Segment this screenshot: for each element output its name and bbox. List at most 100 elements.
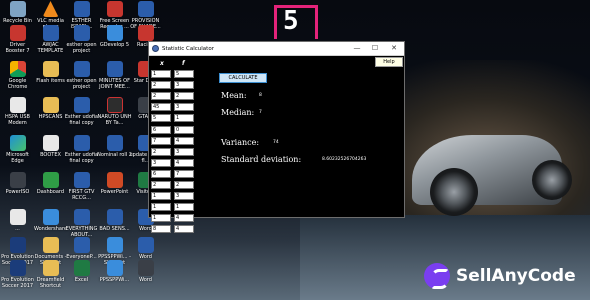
green-icon — [42, 172, 59, 188]
window-titlebar[interactable]: Statistic Calculator — ☐ ✕ — [149, 42, 404, 56]
desktop-icon[interactable]: Driver Booster 7 — [0, 25, 35, 61]
recycle-icon — [9, 1, 26, 17]
red-icon — [137, 25, 154, 41]
word-icon — [137, 237, 154, 253]
x-value-input[interactable]: 1 — [151, 192, 171, 201]
calculate-button[interactable]: CALCULATE — [219, 73, 267, 83]
desktop-icon-label: esther open project work... — [66, 78, 97, 90]
x-value-input[interactable]: 1 — [151, 214, 171, 223]
desktop-icon-label: BOOTEX — [40, 152, 61, 158]
desktop-icon-label: MINUTES OF JOINT MEE... — [99, 78, 130, 90]
close-button[interactable]: ✕ — [385, 42, 403, 55]
column-header-x: x — [160, 60, 164, 67]
desktop-icon-label: AWJAC TEMPLATE — [37, 42, 64, 54]
desktop-icon[interactable]: PowerPoint — [97, 172, 132, 208]
desktop-icon[interactable]: HSPA USB Modem — [0, 97, 35, 133]
white-icon — [42, 135, 59, 151]
f-value-input[interactable]: 1 — [174, 203, 194, 212]
desktop-icon[interactable]: Word — [128, 260, 163, 296]
desktop-icon[interactable]: Microsoft Edge — [0, 135, 35, 171]
x-value-input[interactable]: 1 — [151, 70, 171, 78]
desktop-icon-label: Driver Booster 7 — [5, 42, 30, 54]
help-button[interactable]: Help — [375, 57, 403, 67]
f-value-input[interactable]: 1 — [174, 114, 194, 123]
x-value-input[interactable]: 2 — [151, 81, 171, 90]
ppt-icon — [106, 172, 123, 188]
desktop-icon[interactable]: AWJAC TEMPLATE — [33, 25, 68, 61]
f-value-input[interactable]: 4 — [174, 158, 194, 167]
f-value-input[interactable]: 2 — [174, 92, 194, 101]
x-value-input[interactable]: 2 — [151, 181, 171, 189]
f-value-input[interactable]: 3 — [174, 147, 194, 156]
sellanycode-watermark: SellAnyCode — [424, 262, 580, 290]
stddev-value: 8.60232526704263 — [322, 157, 367, 162]
desktop-icon-label: HSPA USB Modem — [5, 114, 30, 126]
f-value-input[interactable]: 3 — [174, 81, 194, 90]
desktop-icon[interactable]: Esther udofia final copy — [64, 97, 99, 133]
desktop-icon-label: Nominal roll 2 — [97, 152, 132, 158]
x-value-input[interactable]: 8 — [151, 225, 171, 234]
desktop-icon[interactable]: PowerISO — [0, 172, 35, 208]
desktop-icon[interactable]: Excel — [64, 260, 99, 296]
desktop-icon[interactable]: Flash items — [33, 61, 68, 97]
x-value-input[interactable]: 45 — [151, 103, 171, 112]
minimize-button[interactable]: — — [348, 42, 366, 55]
desktop-icon[interactable]: MINUTES OF JOINT MEE... — [97, 61, 132, 97]
f-value-input[interactable]: 7 — [174, 169, 194, 178]
desktop-icon[interactable]: FIRST GTV RCCG... — [64, 172, 99, 208]
x-value-input[interactable]: 1 — [151, 203, 171, 212]
x-value-input[interactable]: 2 — [151, 92, 171, 101]
x-value-input[interactable]: 2 — [151, 147, 171, 156]
desktop-icon[interactable]: HPSCANS — [33, 97, 68, 133]
column-header-f: f — [182, 60, 185, 67]
wallpaper-car-wheel — [532, 160, 572, 200]
word-icon — [73, 25, 90, 41]
x-value-input[interactable]: 7 — [151, 136, 171, 145]
vlc-icon — [42, 1, 59, 17]
median-value: 7 — [259, 110, 262, 115]
f-value-input[interactable]: 3 — [174, 192, 194, 201]
f-value-input[interactable]: 2 — [174, 181, 194, 189]
desktop-icon[interactable]: Nominal roll 2 — [97, 135, 132, 171]
variance-value: 74 — [273, 140, 279, 145]
blue-icon — [106, 260, 123, 276]
f-value-input[interactable]: 4 — [174, 225, 194, 234]
desktop-icon[interactable]: Dashboard — [33, 172, 68, 208]
red-icon — [9, 25, 26, 41]
x-value-input[interactable]: 6 — [151, 125, 171, 134]
x-value-input[interactable]: 6 — [151, 169, 171, 178]
desktop-icon[interactable]: esther open project work... — [64, 61, 99, 97]
window-title: Statistic Calculator — [162, 46, 214, 52]
word-icon — [42, 25, 59, 41]
desktop-icon[interactable]: Pro Evolution Soccer 2017 — [0, 260, 35, 296]
word-icon — [106, 135, 123, 151]
desktop-icon[interactable]: Dreamfield Shortcut — [33, 260, 68, 296]
x-value-input[interactable]: 5 — [151, 114, 171, 123]
desktop-icon-label: PowerPoint — [100, 189, 129, 195]
desktop-icon[interactable]: esther open project work... — [64, 25, 99, 61]
desktop-icon[interactable]: Google Chrome — [0, 61, 35, 97]
desktop-icon-label: Microsoft Edge — [6, 152, 29, 164]
desktop-icon[interactable]: NARUTO UNH BY Ta... — [97, 97, 132, 133]
f-value-input[interactable]: 4 — [174, 136, 194, 145]
word-icon — [73, 237, 90, 253]
mean-value: 8 — [259, 93, 262, 98]
desktop-icon[interactable]: Esther udofia final copy — [64, 135, 99, 171]
desktop-icon[interactable]: PPSSPPWi... — [97, 260, 132, 296]
wallpaper-logo-digit: 5 — [283, 6, 299, 36]
f-value-input[interactable]: 3 — [174, 103, 194, 112]
desktop-icon-label: Dashboard — [36, 189, 65, 195]
mean-label: Mean: — [221, 91, 247, 100]
folder-icon — [42, 61, 59, 77]
statistic-calculator-window[interactable]: Statistic Calculator — ☐ ✕ Help x f 1523… — [148, 41, 405, 234]
desktop-icon-label: PPSSPPWi... — [99, 277, 130, 283]
f-value-input[interactable]: 4 — [174, 214, 194, 223]
f-value-input[interactable]: 0 — [174, 125, 194, 134]
wallpaper-car-wheel — [430, 168, 478, 216]
maximize-button[interactable]: ☐ — [366, 42, 384, 55]
desktop-icon-label: GDevelop 5 — [99, 42, 130, 48]
desktop-icon[interactable]: GDevelop 5 — [97, 25, 132, 61]
desktop-icon[interactable]: BOOTEX — [33, 135, 68, 171]
f-value-input[interactable]: 5 — [174, 70, 194, 78]
x-value-input[interactable]: 3 — [151, 158, 171, 167]
